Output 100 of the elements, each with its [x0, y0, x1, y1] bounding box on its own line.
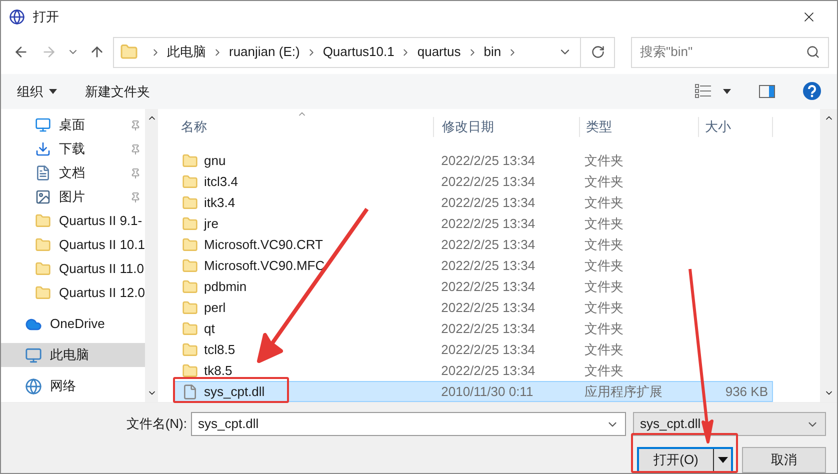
file-row[interactable]: pdbmin 2022/2/25 13:34 文件夹: [173, 276, 773, 297]
file-row[interactable]: tcl8.5 2022/2/25 13:34 文件夹: [173, 339, 773, 360]
file-row[interactable]: perl 2022/2/25 13:34 文件夹: [173, 297, 773, 318]
filename-label: 文件名(N):: [125, 415, 188, 434]
cancel-button[interactable]: 取消: [742, 447, 826, 473]
folder-icon: [182, 258, 198, 274]
folder-icon: [182, 300, 198, 316]
column-header[interactable]: 名称: [173, 117, 433, 137]
filename-field[interactable]: sys_cpt.dll: [191, 412, 626, 436]
caret-down-icon: [723, 88, 731, 94]
modified-date: 2022/2/25 13:34: [440, 172, 536, 191]
list-view-icon: [695, 84, 711, 98]
folder-icon: [182, 362, 198, 378]
file-name: tcl8.5: [204, 340, 236, 359]
file-type: 文件夹: [584, 298, 625, 317]
file-type: 文件夹: [584, 256, 625, 275]
open-button[interactable]: 打开(O): [637, 447, 733, 473]
modified-date: 2022/2/25 13:34: [440, 278, 536, 296]
file-type: 文件夹: [584, 320, 625, 338]
organize-button[interactable]: 组织: [17, 82, 57, 102]
file-name: perl: [204, 298, 226, 317]
folder-icon: [182, 342, 198, 358]
modified-date: 2010/11/30 0:11: [440, 382, 534, 401]
network-icon: [25, 378, 42, 394]
window-title: 打开: [33, 8, 59, 26]
preview-pane-icon[interactable]: [759, 84, 775, 98]
folder-icon: [35, 261, 51, 277]
search-field[interactable]: 搜索"bin": [631, 36, 829, 68]
sidebar-item[interactable]: OneDrive: [1, 312, 145, 336]
file-row[interactable]: itk3.4 2022/2/25 13:34 文件夹: [173, 192, 773, 213]
file-row[interactable]: Microsoft.VC90.CRT 2022/2/25 13:34 文件夹: [173, 234, 773, 255]
folder-icon: [35, 213, 51, 229]
download-icon: [35, 141, 51, 157]
address-bar[interactable]: 此电脑 ruanjian (E:) Quartus10.1 quartus bin: [113, 36, 615, 68]
file-name: Microsoft.VC90.MFC: [204, 256, 325, 275]
filename-input[interactable]: sys_cpt.dll: [198, 414, 600, 434]
folder-icon: [35, 237, 51, 253]
breadcrumb-item[interactable]: quartus: [417, 42, 461, 62]
scrollbar[interactable]: [820, 109, 837, 402]
search-icon: [806, 45, 820, 60]
file-row[interactable]: gnu 2022/2/25 13:34 文件夹: [173, 150, 773, 171]
modified-date: 2022/2/25 13:34: [440, 236, 536, 254]
file-type: 文件夹: [584, 362, 625, 380]
file-type: 文件夹: [584, 340, 625, 359]
file-type: 应用程序扩展: [584, 382, 664, 401]
breadcrumb-item[interactable]: 此电脑: [167, 42, 206, 62]
file-row[interactable]: itcl3.4 2022/2/25 13:34 文件夹: [173, 171, 773, 192]
split-dropdown-button[interactable]: [713, 449, 731, 471]
sidebar-item[interactable]: 文档: [1, 161, 145, 185]
modified-date: 2022/2/25 13:34: [440, 340, 536, 359]
help-icon[interactable]: [803, 82, 821, 100]
modified-date: 2022/2/25 13:34: [440, 362, 536, 380]
file-row[interactable]: jre 2022/2/25 13:34 文件夹: [173, 213, 773, 234]
document-icon: [35, 165, 51, 181]
sidebar-item[interactable]: Quartus II 9.1-: [1, 209, 145, 233]
file-name: gnu: [204, 152, 226, 170]
modified-date: 2022/2/25 13:34: [440, 214, 536, 233]
sidebar-item[interactable]: Quartus II 11.0: [1, 257, 145, 281]
sidebar-item[interactable]: Quartus II 12.0: [1, 281, 145, 305]
picture-icon: [35, 189, 51, 205]
file-row[interactable]: Microsoft.VC90.MFC 2022/2/25 13:34 文件夹: [173, 255, 773, 276]
breadcrumb-item[interactable]: bin: [484, 42, 502, 62]
folder-icon: [35, 285, 51, 301]
file-type-filter[interactable]: sys_cpt.dll: [633, 412, 826, 436]
file-row[interactable]: sys_cpt.dll 2010/11/30 0:11 应用程序扩展 936 KB: [173, 381, 773, 402]
refresh-icon: [590, 45, 604, 60]
modified-date: 2022/2/25 13:34: [440, 320, 536, 338]
file-type: 文件夹: [584, 152, 625, 170]
sidebar-item[interactable]: 桌面: [1, 113, 145, 137]
app-icon: [9, 8, 25, 25]
sidebar-item[interactable]: Quartus II 10.1: [1, 233, 145, 257]
file-type: 文件夹: [584, 214, 625, 233]
folder-icon: [182, 278, 198, 294]
computer-icon: [25, 346, 42, 364]
sidebar-item[interactable]: 图片: [1, 185, 145, 209]
folder-icon: [120, 43, 138, 62]
folder-icon: [182, 152, 198, 168]
file-row[interactable]: tk8.5 2022/2/25 13:34 文件夹: [173, 360, 773, 381]
modified-date: 2022/2/25 13:34: [440, 256, 536, 275]
search-input[interactable]: 搜索"bin": [640, 42, 806, 62]
column-header[interactable]: 类型: [579, 117, 698, 137]
file-type: 文件夹: [584, 172, 625, 191]
sidebar-item[interactable]: 下载: [1, 137, 145, 161]
column-header[interactable]: 修改日期: [433, 117, 579, 137]
view-options-button[interactable]: [695, 84, 731, 98]
breadcrumb-item[interactable]: Quartus10.1: [322, 42, 394, 62]
column-header[interactable]: 大小: [698, 117, 773, 137]
caret-down-icon: [718, 457, 728, 463]
breadcrumb-item[interactable]: ruanjian (E:): [229, 42, 300, 62]
file-size: 936 KB: [725, 384, 768, 399]
modified-date: 2022/2/25 13:34: [440, 194, 536, 212]
new-folder-button[interactable]: 新建文件夹: [85, 82, 150, 102]
file-row[interactable]: qt 2022/2/25 13:34 文件夹: [173, 318, 773, 339]
file-name: sys_cpt.dll: [204, 382, 265, 401]
sidebar-item[interactable]: 此电脑: [1, 343, 145, 367]
file-name: itk3.4: [204, 194, 236, 212]
folder-icon: [182, 236, 198, 252]
sidebar-item[interactable]: 网络: [1, 374, 145, 398]
file-name: itcl3.4: [204, 172, 238, 191]
scrollbar[interactable]: [145, 109, 158, 402]
